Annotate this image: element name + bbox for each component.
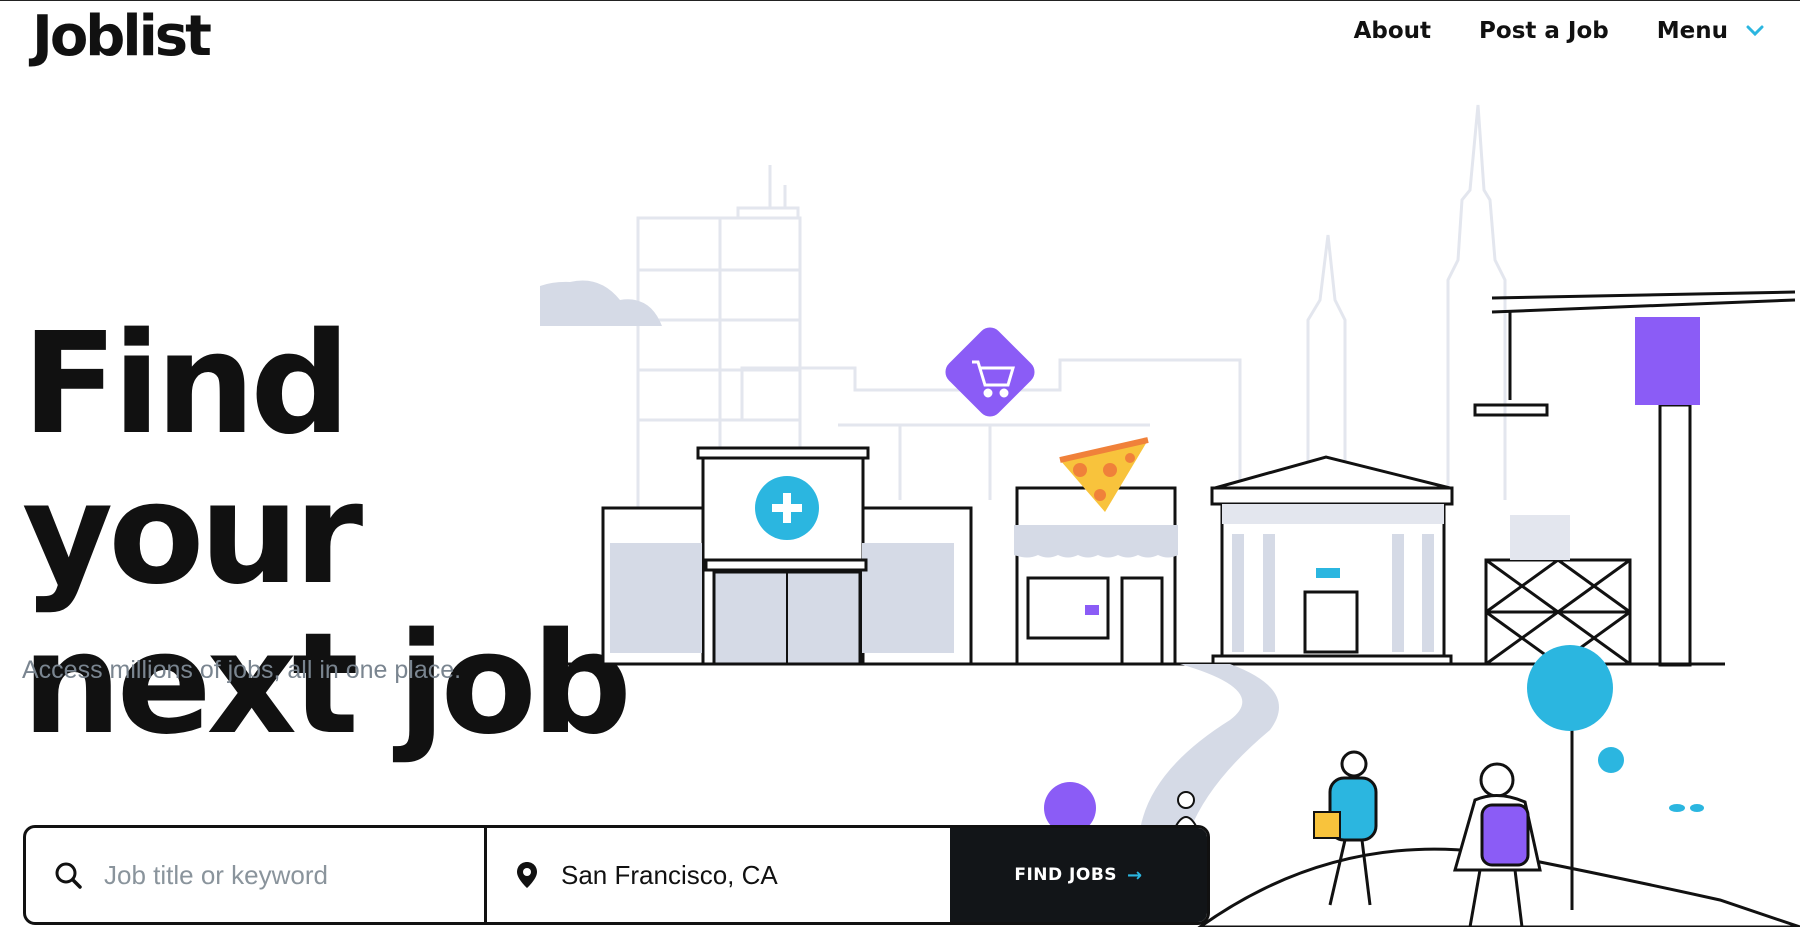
joblist-logo[interactable]: Joblist [32, 2, 212, 72]
arrow-right-icon: → [1127, 864, 1143, 886]
footpath [1140, 664, 1279, 830]
tree [1527, 645, 1613, 731]
cloud [540, 280, 662, 326]
hospital-building [601, 446, 973, 666]
location-pin-icon [517, 862, 537, 888]
tree-small [1598, 747, 1624, 773]
keyword-input[interactable] [102, 858, 446, 892]
find-jobs-button[interactable]: FIND JOBS → [950, 828, 1207, 922]
keyword-field[interactable] [26, 828, 487, 922]
menu-label: Menu [1656, 18, 1728, 44]
top-border [0, 0, 1800, 1]
pizza-shop-building [1014, 437, 1178, 666]
location-input[interactable] [559, 858, 903, 892]
chevron-down-icon [1746, 25, 1764, 37]
location-field[interactable] [487, 828, 950, 922]
job-search-form: FIND JOBS → [23, 825, 1210, 925]
menu-button[interactable]: Menu [1657, 18, 1764, 44]
city-illustration [540, 104, 1800, 927]
nav-about-link[interactable]: About [1354, 18, 1431, 44]
scaffold-block [1510, 515, 1570, 560]
crane-cab [1635, 317, 1700, 405]
hero-subtitle: Access millions of jobs, all in one plac… [22, 656, 462, 684]
top-nav: About Post a Job Menu [1354, 18, 1764, 44]
bank-building [1210, 455, 1454, 666]
nav-post-job-link[interactable]: Post a Job [1479, 18, 1609, 44]
search-icon [55, 862, 82, 889]
cart-badge [945, 327, 1035, 417]
find-jobs-label: FIND JOBS [1014, 865, 1118, 885]
